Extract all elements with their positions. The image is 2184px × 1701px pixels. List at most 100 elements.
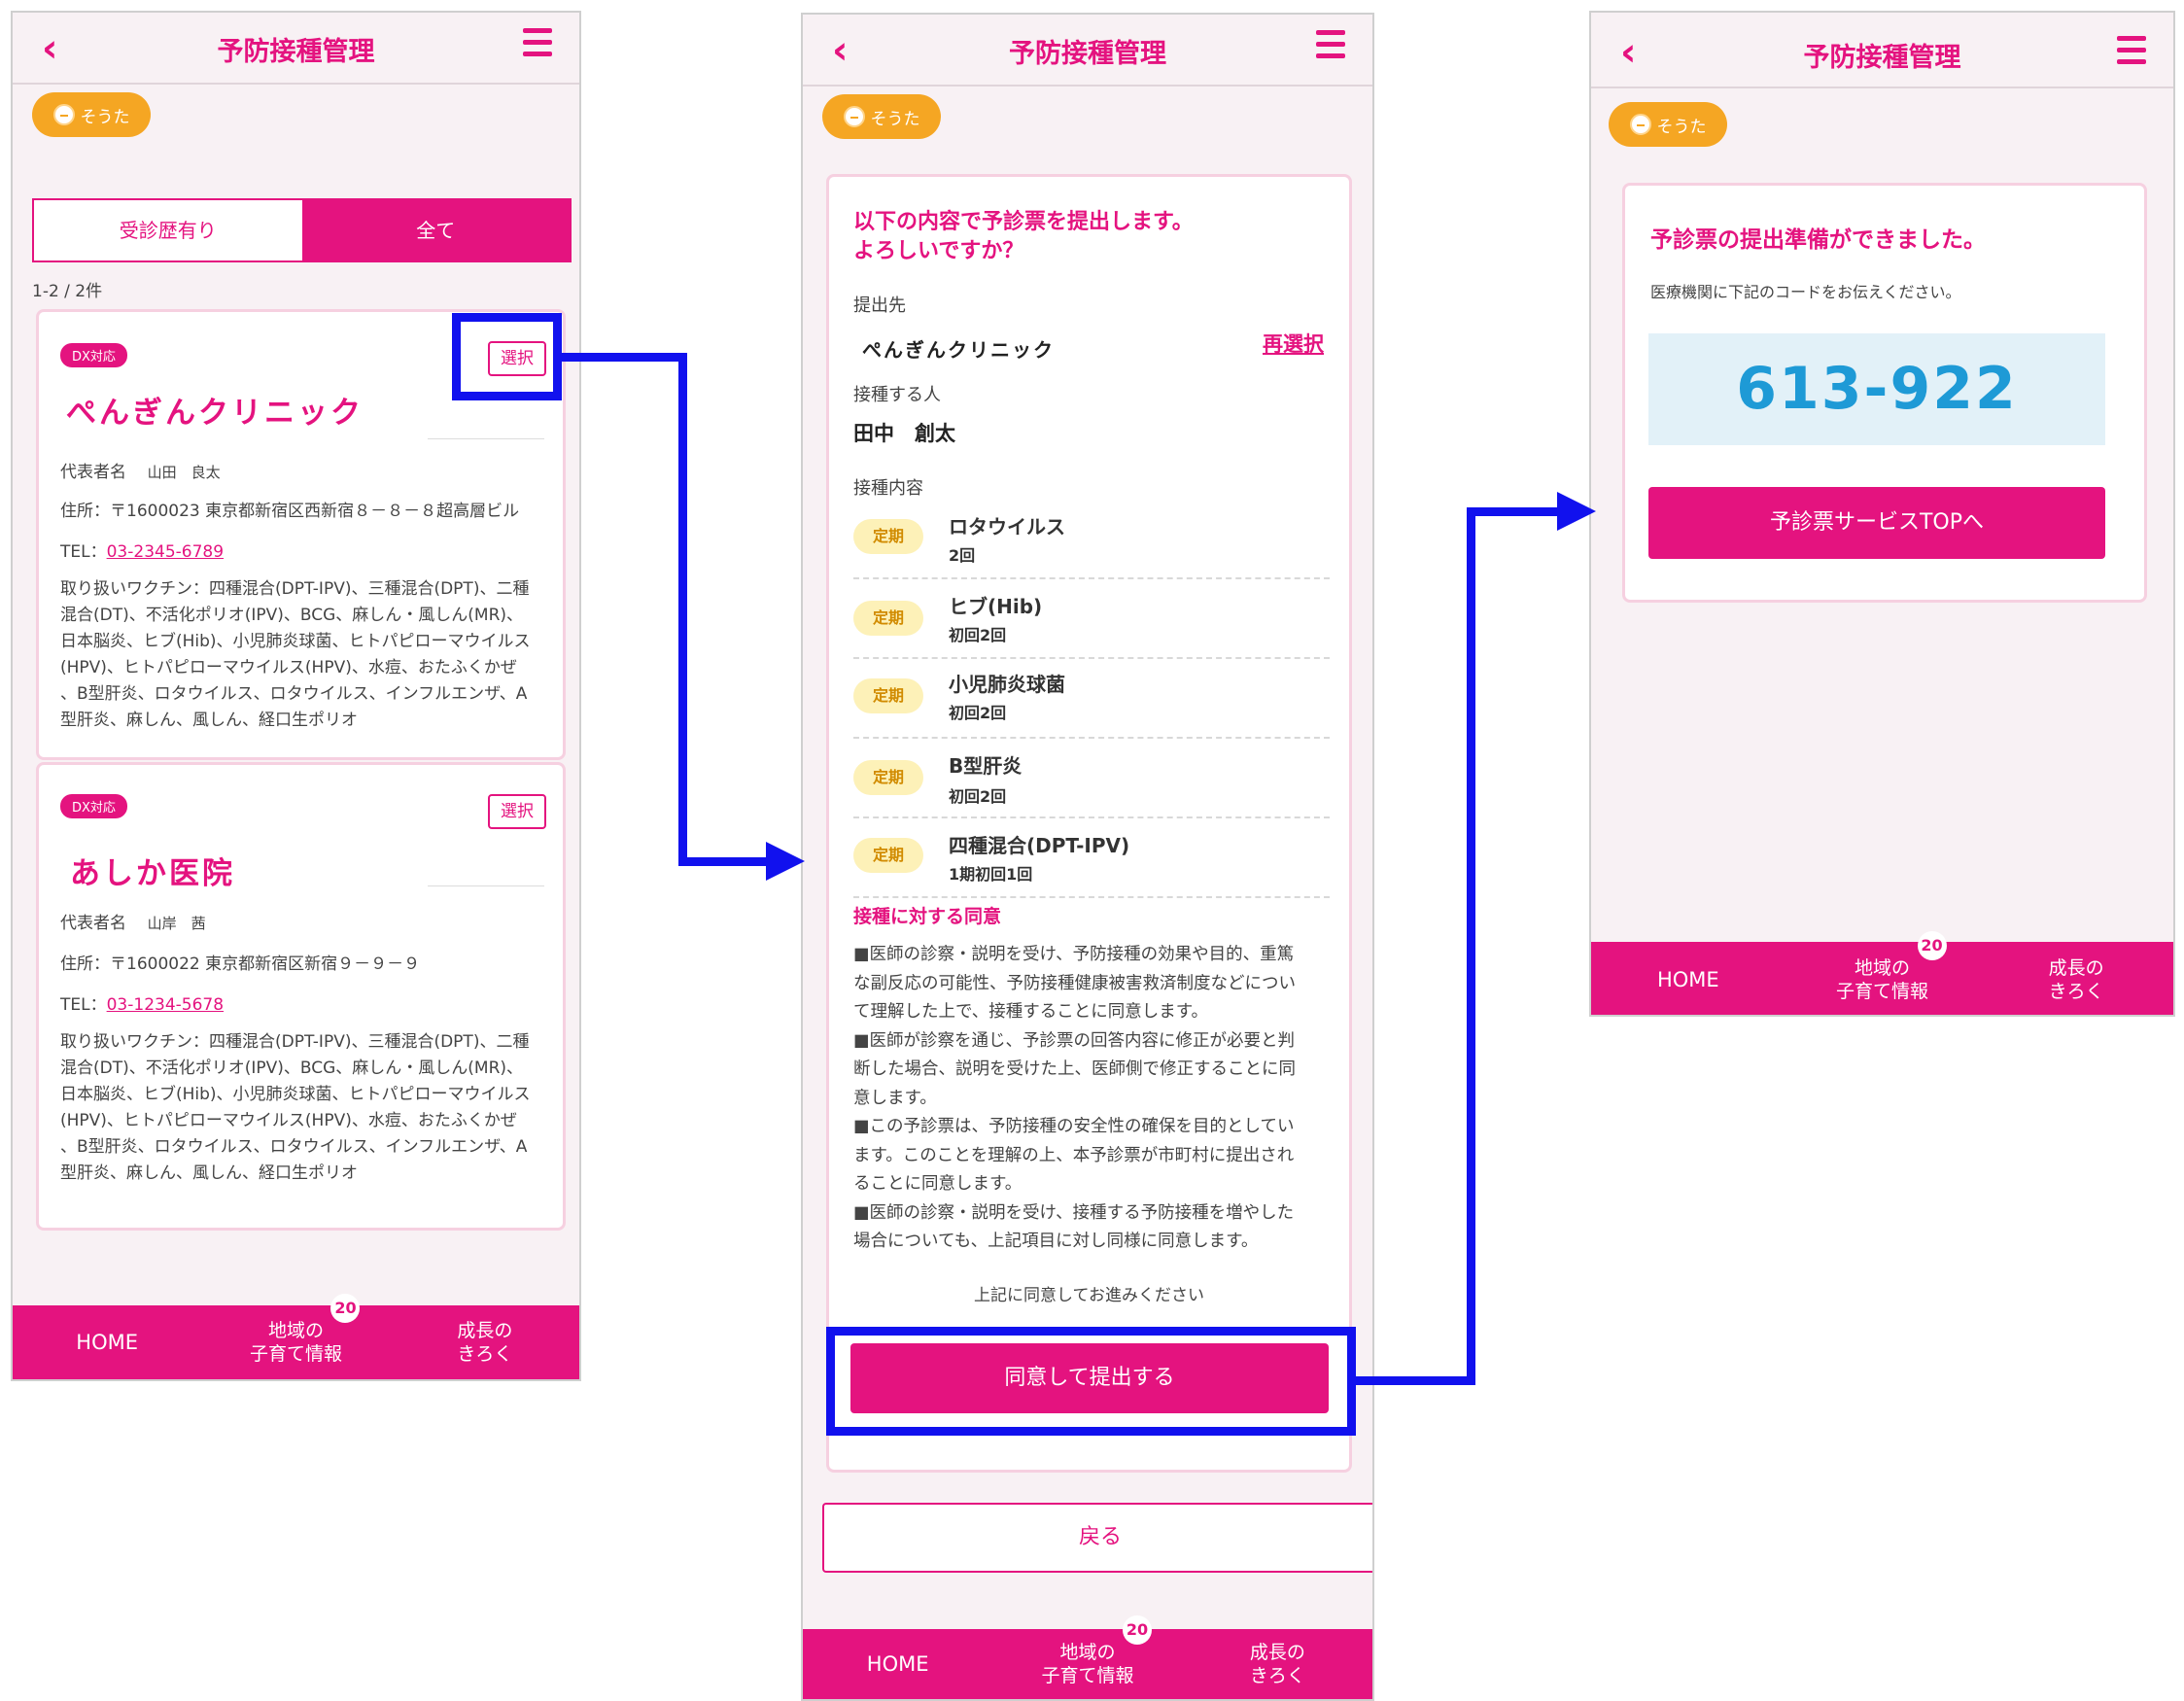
child-selector[interactable]: そうた bbox=[32, 92, 151, 137]
divider bbox=[428, 885, 544, 886]
submission-code: 613-922 bbox=[1736, 355, 2018, 423]
page-title: 予防接種管理 bbox=[1009, 39, 1166, 69]
nav-local-info[interactable]: 地域の 子育て情報 20 bbox=[201, 1294, 390, 1366]
hamburger-menu-icon[interactable] bbox=[2117, 36, 2146, 65]
vaccine-name: B型肝炎 bbox=[949, 754, 1023, 778]
flow-arrow-2-segment bbox=[1467, 507, 1475, 1385]
child-selector[interactable]: そうた bbox=[1609, 102, 1727, 147]
vaccine-line: 取り扱いワクチン：四種混合(DPT-IPV)、三種混合(DPT)、二種 bbox=[60, 1032, 530, 1052]
vaccine-row: 定期 B型肝炎 初回2回 bbox=[853, 739, 1330, 818]
tab-all[interactable]: 全て bbox=[301, 200, 570, 260]
nav-local-line2: 子育て情報 bbox=[1041, 1665, 1134, 1686]
child-selector[interactable]: そうた bbox=[822, 94, 941, 139]
child-face-icon bbox=[1629, 114, 1651, 135]
consent-text: ■医師の診察・説明を受け、予防接種の効果や目的、重篤 な副反応の可能性、予防接種… bbox=[853, 941, 1296, 1257]
rep-label: 代表者名 bbox=[60, 914, 126, 933]
periodic-tag: 定期 bbox=[853, 601, 923, 636]
nav-local-info[interactable]: 地域の 子育て情報 20 bbox=[1785, 930, 1980, 1003]
vaccine-row: 定期 四種混合(DPT-IPV) 1期初回1回 bbox=[853, 818, 1330, 898]
heading-line1: 以下の内容で予診票を提出します。 bbox=[853, 210, 1194, 234]
vaccine-row: 定期 小児肺炎球菌 初回2回 bbox=[853, 659, 1330, 739]
code-box: 613-922 bbox=[1648, 333, 2105, 445]
vaccine-dose: 2回 bbox=[949, 546, 976, 565]
service-top-button[interactable]: 予診票サービスTOPへ bbox=[1648, 487, 2105, 559]
tab-visited[interactable]: 受診歴有り bbox=[34, 200, 302, 260]
periodic-tag: 定期 bbox=[853, 519, 923, 554]
flow-arrow-1-segment bbox=[678, 353, 687, 866]
vaccine-dose: 初回2回 bbox=[949, 626, 1007, 644]
child-name: そうた bbox=[1656, 117, 1707, 137]
consent-line: ■この予診票は、予防接種の安全性の確保を目的としてい bbox=[853, 1117, 1295, 1136]
vaccine-line: 、B型肝炎、ロタウイルス、ロタウイルス、インフルエンザ、A bbox=[60, 1137, 528, 1157]
nav-local-line1: 地域の bbox=[267, 1320, 324, 1341]
bottom-nav: HOME 地域の 子育て情報 20 成長の きろく bbox=[1591, 930, 2173, 1015]
flow-arrow-2-segment bbox=[1356, 1376, 1475, 1385]
vaccine-name: ヒブ(Hib) bbox=[949, 595, 1043, 618]
confirm-heading: 以下の内容で予診票を提出します。 よろしいですか？ bbox=[853, 208, 1194, 266]
vaccine-name: 四種混合(DPT-IPV) bbox=[949, 834, 1130, 857]
vaccine-dose: 1期初回1回 bbox=[949, 865, 1033, 884]
consent-line: ることに同意します。 bbox=[853, 1174, 1023, 1194]
vaccine-line: 日本脳炎、ヒブ(Hib)、小児肺炎球菌、ヒトパピローマウイルス bbox=[60, 1085, 531, 1104]
child-face-icon bbox=[52, 104, 75, 125]
nav-growth-record[interactable]: 成長の きろく bbox=[1183, 1641, 1372, 1687]
consent-line: 場合についても、上記項目に対し同様に同意します。 bbox=[853, 1232, 1259, 1251]
nav-local-info[interactable]: 地域の 子育て情報 20 bbox=[992, 1615, 1182, 1687]
vaccine-row: 定期 ロタウイルス 2回 bbox=[853, 500, 1330, 579]
proceed-note: 上記に同意してお進みください bbox=[974, 1286, 1204, 1305]
flow-arrow-1-segment bbox=[562, 353, 687, 362]
vaccine-name: 小児肺炎球菌 bbox=[949, 673, 1065, 696]
destination-label: 提出先 bbox=[853, 295, 906, 316]
tel-label: TEL： bbox=[60, 542, 107, 562]
hamburger-menu-icon[interactable] bbox=[1316, 30, 1345, 59]
nav-growth-record[interactable]: 成長の きろく bbox=[1979, 956, 2173, 1003]
consent-line: 意します。 bbox=[853, 1088, 937, 1108]
vaccine-line: 混合(DT)、不活化ポリオ(IPV)、BCG、麻しん・風しん(MR)、 bbox=[60, 1059, 524, 1078]
vaccine-line: (HPV)、ヒトパピローマウイルス(HPV)、水痘、おたふくかぜ bbox=[60, 658, 517, 677]
consent-line: て理解した上で、接種することに同意します。 bbox=[853, 1002, 1209, 1022]
select-button[interactable]: 選択 bbox=[488, 794, 546, 829]
page-title: 予防接種管理 bbox=[217, 37, 375, 67]
result-count: 1-2 / 2件 bbox=[32, 282, 103, 301]
nav-growth-record[interactable]: 成長の きろく bbox=[391, 1319, 579, 1366]
notification-badge: 20 bbox=[1122, 1615, 1152, 1645]
nav-local-line2: 子育て情報 bbox=[1836, 980, 1929, 1002]
vaccine-list: 取り扱いワクチン：四種混合(DPT-IPV)、三種混合(DPT)、二種 混合(D… bbox=[60, 576, 531, 734]
flow-arrow-2-head-icon bbox=[1557, 492, 1596, 531]
back-button[interactable]: 戻る bbox=[822, 1503, 1372, 1573]
divider bbox=[428, 438, 544, 439]
representative: 代表者名 山田 良太 bbox=[60, 458, 221, 482]
child-name: そうた bbox=[80, 107, 130, 127]
rep-name: 山田 良太 bbox=[147, 464, 221, 481]
nav-home[interactable]: HOME bbox=[803, 1652, 992, 1676]
hamburger-menu-icon[interactable] bbox=[523, 28, 552, 57]
submit-highlight-box bbox=[826, 1327, 1356, 1436]
periodic-tag: 定期 bbox=[853, 760, 923, 795]
vaccine-dose: 初回2回 bbox=[949, 787, 1007, 806]
tel-link[interactable]: 03-2345-6789 bbox=[107, 542, 224, 562]
nav-growth-line1: 成長の bbox=[2048, 956, 2104, 979]
vaccine-line: 日本脳炎、ヒブ(Hib)、小児肺炎球菌、ヒトパピローマウイルス bbox=[60, 632, 531, 651]
nav-local-line1: 地域の bbox=[1059, 1642, 1116, 1663]
consent-line: ■医師が診察を通じ、予診票の回答内容に修正が必要と判 bbox=[853, 1030, 1296, 1051]
nav-local-line2: 子育て情報 bbox=[249, 1343, 342, 1365]
vaccine-line: 、B型肝炎、ロタウイルス、ロタウイルス、インフルエンザ、A bbox=[60, 684, 528, 704]
child-face-icon bbox=[843, 106, 865, 127]
periodic-tag: 定期 bbox=[853, 838, 923, 873]
consent-line: な副反応の可能性、予防接種健康被害救済制度などについ bbox=[853, 973, 1296, 993]
select-highlight-box bbox=[452, 313, 562, 400]
consent-title: 接種に対する同意 bbox=[853, 906, 1002, 927]
destination-name: ぺんぎんクリニック bbox=[862, 338, 1055, 362]
tel-link[interactable]: 03-1234-5678 bbox=[107, 995, 224, 1015]
reselect-link[interactable]: 再選択 bbox=[1263, 329, 1324, 358]
consent-line: 断した場合、説明を受けた上、医師側で修正することに同 bbox=[853, 1059, 1296, 1079]
nav-growth-line1: 成長の bbox=[1249, 1642, 1305, 1663]
dx-tag: DX対応 bbox=[60, 794, 127, 818]
bottom-nav: HOME 地域の 子育て情報 20 成長の きろく bbox=[803, 1615, 1372, 1699]
dx-tag: DX対応 bbox=[60, 343, 127, 367]
nav-growth-line1: 成長の bbox=[457, 1320, 513, 1341]
nav-home[interactable]: HOME bbox=[1591, 968, 1785, 991]
representative: 代表者名 山岸 茜 bbox=[60, 909, 206, 933]
nav-home[interactable]: HOME bbox=[13, 1331, 201, 1354]
clinic-name: ぺんぎんクリニック bbox=[66, 396, 364, 431]
